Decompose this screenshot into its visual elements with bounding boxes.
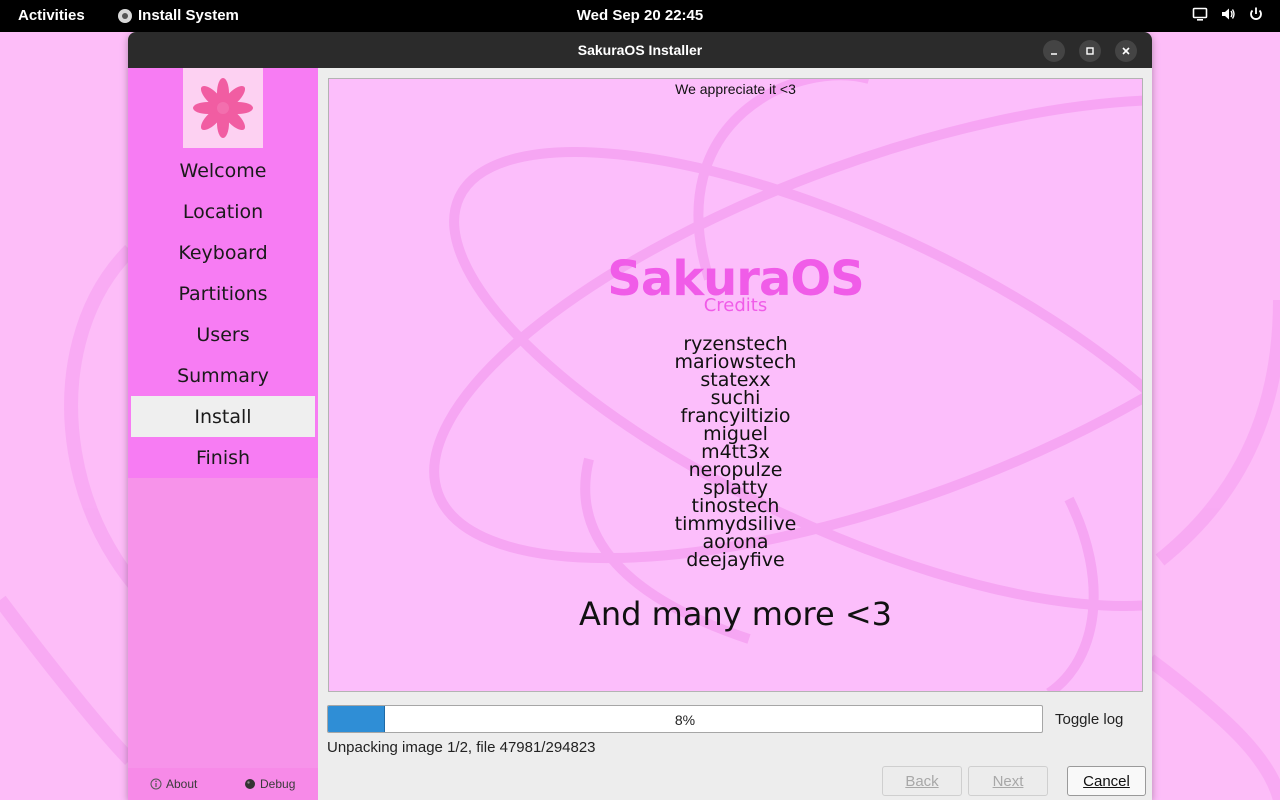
window-title: SakuraOS Installer [577, 42, 703, 58]
close-icon [1122, 47, 1130, 55]
step-welcome[interactable]: Welcome [131, 150, 315, 191]
install-status-text: Unpacking image 1/2, file 47981/294823 [327, 739, 596, 756]
sidebar-footer: About Debug [128, 768, 318, 800]
system-status-menu[interactable] [1192, 6, 1264, 22]
about-label: About [166, 777, 198, 791]
disc-icon [118, 8, 132, 23]
credits-list: ryzenstech mariowstech statexx suchi fra… [329, 335, 1142, 571]
volume-icon [1222, 8, 1235, 20]
step-summary[interactable]: Summary [131, 355, 315, 396]
sidebar: Welcome Location Keyboard Partitions Use… [128, 68, 318, 800]
cancel-label: Cancel [1083, 772, 1130, 790]
credits-subtitle: Credits [703, 295, 768, 316]
debug-label: Debug [260, 777, 296, 791]
credits-footer: And many more <3 [578, 595, 893, 633]
next-button[interactable]: Next [968, 766, 1048, 796]
slideshow: We appreciate it <3 SakuraOS Credits ryz… [328, 78, 1143, 692]
maximize-button[interactable] [1079, 40, 1101, 62]
back-button[interactable]: Back [882, 766, 962, 796]
cancel-button[interactable]: Cancel [1067, 766, 1146, 796]
credit-name: deejayfive [686, 549, 785, 571]
step-location[interactable]: Location [131, 191, 315, 232]
step-install[interactable]: Install [131, 396, 315, 437]
install-progress-bar: 8% [327, 705, 1043, 733]
step-keyboard[interactable]: Keyboard [131, 232, 315, 273]
logo [183, 68, 263, 148]
step-partitions[interactable]: Partitions [131, 273, 315, 314]
clock[interactable]: Wed Sep 20 22:45 [577, 7, 703, 24]
toggle-log-button[interactable]: Toggle log [1055, 711, 1123, 728]
step-list: Welcome Location Keyboard Partitions Use… [131, 150, 315, 478]
back-label: Back [905, 772, 939, 790]
screen-icon [1192, 7, 1208, 21]
progress-percent: 8% [674, 712, 696, 728]
info-icon [150, 778, 162, 790]
about-button[interactable]: About [150, 777, 197, 791]
minimize-icon [1051, 53, 1057, 55]
close-button[interactable] [1115, 40, 1137, 62]
installer-window: SakuraOS Installer Welcome Location Keyb… [128, 32, 1152, 800]
bug-icon [245, 779, 255, 789]
minimize-button[interactable] [1043, 40, 1065, 62]
slide-caption: We appreciate it <3 [675, 81, 796, 97]
step-finish[interactable]: Finish [131, 437, 315, 478]
activities-button[interactable]: Activities [18, 7, 85, 24]
top-bar: Activities Install System Wed Sep 20 22:… [0, 0, 1280, 32]
debug-button[interactable]: Debug [244, 777, 295, 791]
maximize-icon [1086, 47, 1094, 55]
title-bar[interactable]: SakuraOS Installer [128, 32, 1152, 68]
next-label: Next [992, 772, 1024, 790]
app-menu-label: Install System [138, 7, 239, 24]
app-menu[interactable]: Install System [118, 7, 239, 24]
sakura-flower-icon [193, 78, 253, 138]
step-users[interactable]: Users [131, 314, 315, 355]
power-icon [1250, 7, 1262, 20]
